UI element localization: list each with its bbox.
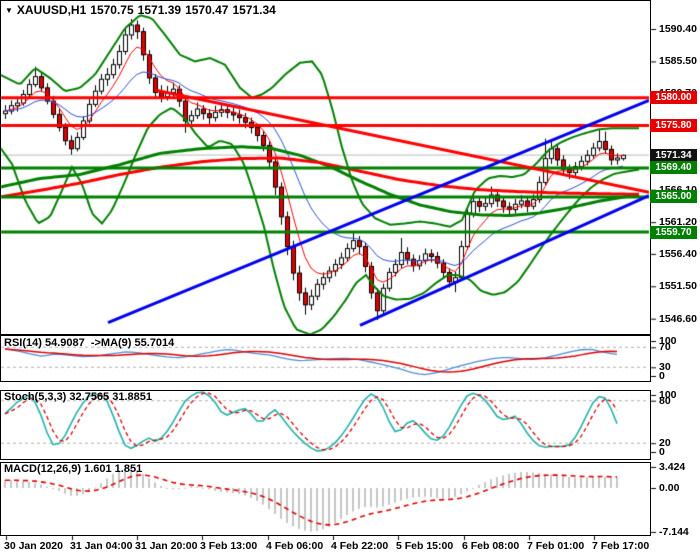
time-axis-label: 6 Feb 08:00: [462, 540, 520, 552]
price-line-badge: 1569.40: [650, 161, 697, 174]
time-axis-label: 4 Feb 06:00: [266, 540, 324, 552]
chart-title: ▼ XAUUSD,H1 1570.75 1571.39 1570.47 1571.34: [5, 3, 280, 17]
time-axis-label: 5 Feb 15:00: [396, 540, 454, 552]
time-axis-label: 3 Feb 13:00: [200, 540, 258, 552]
symbol-period-label: XAUUSD,H1: [16, 3, 87, 17]
time-axis-label: 4 Feb 22:00: [331, 540, 389, 552]
rsi-indicator-label: RSI(14) 54.9087 ->MA(9) 55.7014: [4, 337, 175, 349]
macd-scale-label: 3.424: [659, 461, 686, 473]
ohlc-close: 1571.34: [232, 3, 276, 17]
chart-dropdown-icon[interactable]: ▼: [5, 6, 13, 15]
macd-scale-label: 0.00: [659, 482, 680, 494]
price-tick-label: 1556.40: [659, 248, 697, 260]
mt4-chart-window: ▼ XAUUSD,H1 1570.75 1571.39 1570.47 1571.34 R…: [0, 0, 700, 560]
price-tick-label: 1551.50: [659, 280, 697, 292]
price-line-badge: 1575.80: [650, 119, 697, 132]
stoch-scale-label: 0: [659, 446, 665, 458]
price-tick-label: 1590.40: [659, 23, 697, 35]
ohlc-open: 1570.75: [90, 3, 134, 17]
macd-scale-label: -7.144: [659, 526, 689, 538]
stoch-scale-label: 80: [659, 395, 671, 407]
price-line-badge: 1565.00: [650, 190, 697, 203]
time-axis-label: 30 Jan 2020: [4, 540, 63, 552]
macd-indicator-label: MACD(12,26,9) 1.601 1.851: [4, 463, 143, 475]
price-tick-label: 1585.50: [659, 55, 697, 67]
price-line-badge: 1559.70: [650, 226, 697, 239]
time-axis-label: 7 Feb 01:00: [527, 540, 585, 552]
rsi-scale-label: 70: [659, 341, 671, 353]
ohlc-high: 1571.39: [137, 3, 182, 17]
chart-canvas[interactable]: [0, 0, 700, 560]
price-line-badge: 1580.00: [650, 91, 697, 104]
time-axis-label: 31 Jan 20:00: [135, 540, 198, 552]
stochastic-indicator-label: Stoch(5,3,3) 32.7565 31.8851: [4, 391, 152, 403]
ohlc-low: 1570.47: [185, 3, 229, 17]
rsi-scale-label: 0: [659, 370, 665, 382]
price-tick-label: 1546.60: [659, 313, 697, 325]
time-axis-label: 7 Feb 17:00: [592, 540, 650, 552]
time-axis-label: 31 Jan 04:00: [70, 540, 133, 552]
